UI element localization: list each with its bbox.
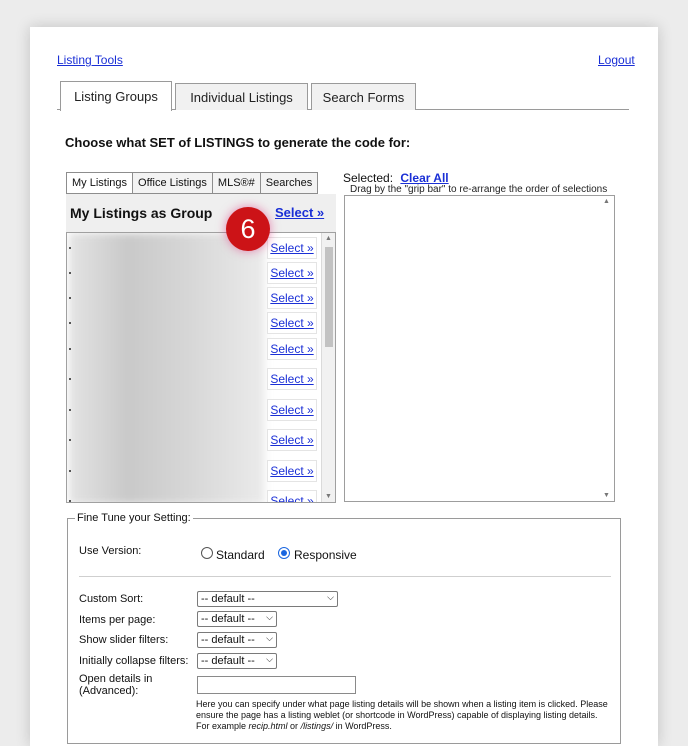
logout-link[interactable]: Logout: [598, 53, 635, 67]
clear-all-link[interactable]: Clear All: [400, 171, 448, 185]
open-details-input[interactable]: [197, 676, 356, 694]
row-select-link[interactable]: Select »: [267, 399, 317, 421]
selected-listings-box[interactable]: ▲ ▼: [344, 195, 615, 502]
collapse-filters-select[interactable]: -- default -- ⌵: [197, 653, 277, 669]
listing-tools-link[interactable]: Listing Tools: [57, 53, 123, 67]
row-select-link[interactable]: Select »: [267, 429, 317, 451]
open-details-help: Here you can specify under what page lis…: [196, 699, 611, 732]
list-item: Select »: [67, 287, 319, 311]
list-item: Select »: [67, 237, 319, 261]
radio-responsive-label[interactable]: Responsive: [294, 548, 357, 562]
listing-source-tabs: My Listings Office Listings MLS®# Search…: [66, 172, 319, 194]
main-tabs: Listing Groups Individual Listings Searc…: [57, 81, 629, 111]
subtab-mls-number[interactable]: MLS®#: [211, 172, 261, 194]
list-item: Select »: [67, 338, 319, 362]
row-select-link[interactable]: Select »: [267, 237, 317, 259]
tab-listing-groups[interactable]: Listing Groups: [60, 81, 172, 111]
radio-standard-label[interactable]: Standard: [216, 548, 265, 562]
list-item: Select »: [67, 312, 319, 336]
show-slider-filters-value: -- default --: [201, 634, 255, 646]
listings-list[interactable]: Select » Select » Select » Select » Sele…: [66, 232, 336, 503]
group-title: My Listings as Group: [70, 205, 213, 221]
custom-sort-label: Custom Sort:: [79, 593, 144, 605]
help-example-path: /listings/: [300, 721, 334, 731]
row-select-link[interactable]: Select »: [267, 368, 317, 390]
show-slider-filters-label: Show slider filters:: [79, 634, 169, 646]
row-select-link[interactable]: Select »: [267, 460, 317, 482]
row-select-link[interactable]: Select »: [267, 312, 317, 334]
help-end: in WordPress.: [333, 721, 392, 731]
row-select-link[interactable]: Select »: [267, 338, 317, 360]
collapse-filters-label: Initially collapse filters:: [79, 655, 189, 667]
chevron-down-icon: ⌵: [266, 654, 273, 664]
items-per-page-label: Items per page:: [79, 614, 156, 626]
help-example-file: recip.html: [248, 721, 288, 731]
chevron-down-icon: ⌵: [266, 612, 273, 622]
scroll-down-arrow-icon[interactable]: ▼: [600, 492, 613, 499]
list-item: Select »: [67, 368, 319, 392]
scroll-down-arrow-icon[interactable]: ▼: [322, 493, 335, 500]
page-heading: Choose what SET of LISTINGS to generate …: [65, 135, 411, 150]
radio-standard[interactable]: [201, 547, 213, 559]
list-item: Select »: [67, 429, 319, 453]
listings-scrollbar[interactable]: ▲ ▼: [321, 233, 335, 502]
step-number-badge: 6: [226, 207, 270, 251]
subtab-searches[interactable]: Searches: [259, 172, 319, 194]
subtab-my-listings[interactable]: My Listings: [66, 172, 134, 194]
row-select-link[interactable]: Select »: [267, 287, 317, 309]
radio-responsive[interactable]: [278, 547, 290, 559]
custom-sort-value: -- default --: [201, 593, 255, 605]
row-select-link[interactable]: Select »: [267, 490, 317, 502]
chevron-down-icon: ⌵: [327, 592, 334, 602]
items-per-page-select[interactable]: -- default -- ⌵: [197, 611, 277, 627]
selected-label: Selected:: [343, 171, 394, 185]
tab-search-forms[interactable]: Search Forms: [311, 83, 416, 110]
row-select-link[interactable]: Select »: [267, 262, 317, 284]
fine-tune-legend: Fine Tune your Setting:: [75, 512, 193, 524]
list-item: Select »: [67, 262, 319, 286]
subtab-office-listings[interactable]: Office Listings: [132, 172, 213, 194]
custom-sort-select[interactable]: -- default -- ⌵: [197, 591, 338, 607]
list-item: Select »: [67, 490, 319, 502]
divider: [79, 576, 611, 577]
list-item: Select »: [67, 399, 319, 423]
tab-individual-listings[interactable]: Individual Listings: [175, 83, 308, 110]
use-version-label: Use Version:: [79, 545, 142, 557]
list-item: Select »: [67, 460, 319, 484]
scrollbar-thumb[interactable]: [325, 247, 333, 347]
scroll-up-arrow-icon[interactable]: ▲: [600, 198, 613, 205]
chevron-down-icon: ⌵: [266, 633, 273, 643]
selected-scrollbar[interactable]: ▲ ▼: [600, 196, 614, 501]
collapse-filters-value: -- default --: [201, 655, 255, 667]
help-or: or: [287, 721, 301, 731]
drag-hint: Drag by the "grip bar" to re-arrange the…: [350, 184, 608, 195]
open-details-label: Open details in (Advanced):: [79, 673, 152, 697]
group-header: My Listings as Group Select »: [66, 194, 336, 232]
open-details-label-line2: (Advanced):: [79, 685, 139, 697]
items-per-page-value: -- default --: [201, 613, 255, 625]
show-slider-filters-select[interactable]: -- default -- ⌵: [197, 632, 277, 648]
group-select-link[interactable]: Select »: [275, 205, 324, 220]
scroll-up-arrow-icon[interactable]: ▲: [322, 235, 335, 242]
open-details-label-line1: Open details in: [79, 673, 153, 685]
selected-header: Selected: Clear All: [343, 171, 449, 185]
